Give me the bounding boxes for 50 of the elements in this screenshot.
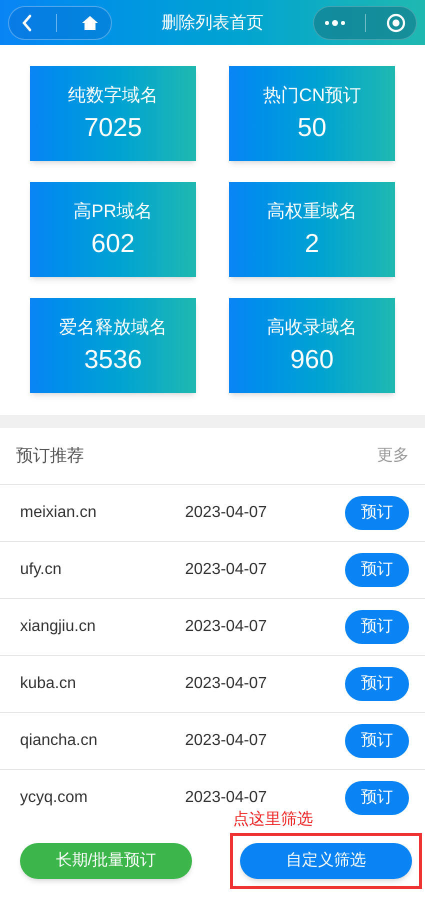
reserve-button[interactable]: 预订 (345, 667, 409, 701)
domain-name: ycyq.com (20, 788, 89, 808)
reserve-button[interactable]: 预订 (345, 724, 409, 758)
stat-label: 高收录域名 (267, 316, 357, 338)
target-icon (386, 12, 406, 32)
domain-date: 2023-04-07 (185, 674, 268, 694)
domain-date: 2023-04-07 (185, 788, 268, 808)
stat-value: 50 (298, 110, 326, 143)
stat-label: 高权重域名 (267, 200, 357, 222)
section-title: 预订推荐 (16, 445, 84, 468)
domain-date: 2023-04-07 (185, 731, 268, 751)
domain-date: 2023-04-07 (185, 503, 268, 523)
stat-card[interactable]: 爱名释放域名 3536 (30, 298, 196, 393)
domain-name: qiancha.cn (20, 731, 98, 751)
stat-card[interactable]: 热门CN预订 50 (229, 66, 395, 161)
more-link[interactable]: 更多 (377, 444, 409, 468)
reserve-button[interactable]: 预订 (345, 496, 409, 530)
domain-name: xiangjiu.cn (20, 617, 97, 637)
more-icon (324, 20, 346, 26)
stat-label: 热门CN预订 (263, 84, 361, 106)
filter-button[interactable]: 自定义筛选 (240, 843, 412, 879)
stat-label: 高PR域名 (73, 200, 152, 222)
more-button[interactable] (324, 20, 346, 26)
stat-value: 7025 (84, 110, 142, 143)
stat-label: 爱名释放域名 (59, 316, 167, 338)
home-icon (81, 14, 100, 30)
close-button[interactable] (386, 12, 406, 32)
reserve-button[interactable]: 预订 (345, 553, 409, 587)
stat-value: 960 (290, 342, 334, 375)
back-button[interactable] (20, 14, 33, 32)
domain-date: 2023-04-07 (185, 560, 268, 580)
domain-name: meixian.cn (20, 503, 98, 523)
filter-button[interactable]: 长期/批量预订 (20, 843, 192, 879)
back-icon (20, 14, 33, 32)
domain-date: 2023-04-07 (185, 617, 268, 637)
annotation-text: 点这里筛选 (233, 810, 313, 830)
stat-card[interactable]: 高收录域名 960 (229, 298, 395, 393)
stat-value: 602 (91, 226, 135, 259)
stat-card[interactable]: 高PR域名 602 (30, 182, 196, 277)
stat-value: 3536 (84, 342, 142, 375)
domain-name: kuba.cn (20, 674, 78, 694)
stat-value: 2 (304, 226, 320, 259)
reserve-button[interactable]: 预订 (345, 610, 409, 644)
reserve-button[interactable]: 预订 (345, 781, 409, 815)
stat-card[interactable]: 纯数字域名 7025 (30, 66, 196, 161)
domain-name: ufy.cn (20, 560, 62, 580)
stat-label: 纯数字域名 (68, 84, 158, 106)
home-button[interactable] (81, 14, 100, 30)
stat-card[interactable]: 高权重域名 2 (229, 182, 395, 277)
window-title: 删除列表首页 (162, 12, 264, 34)
